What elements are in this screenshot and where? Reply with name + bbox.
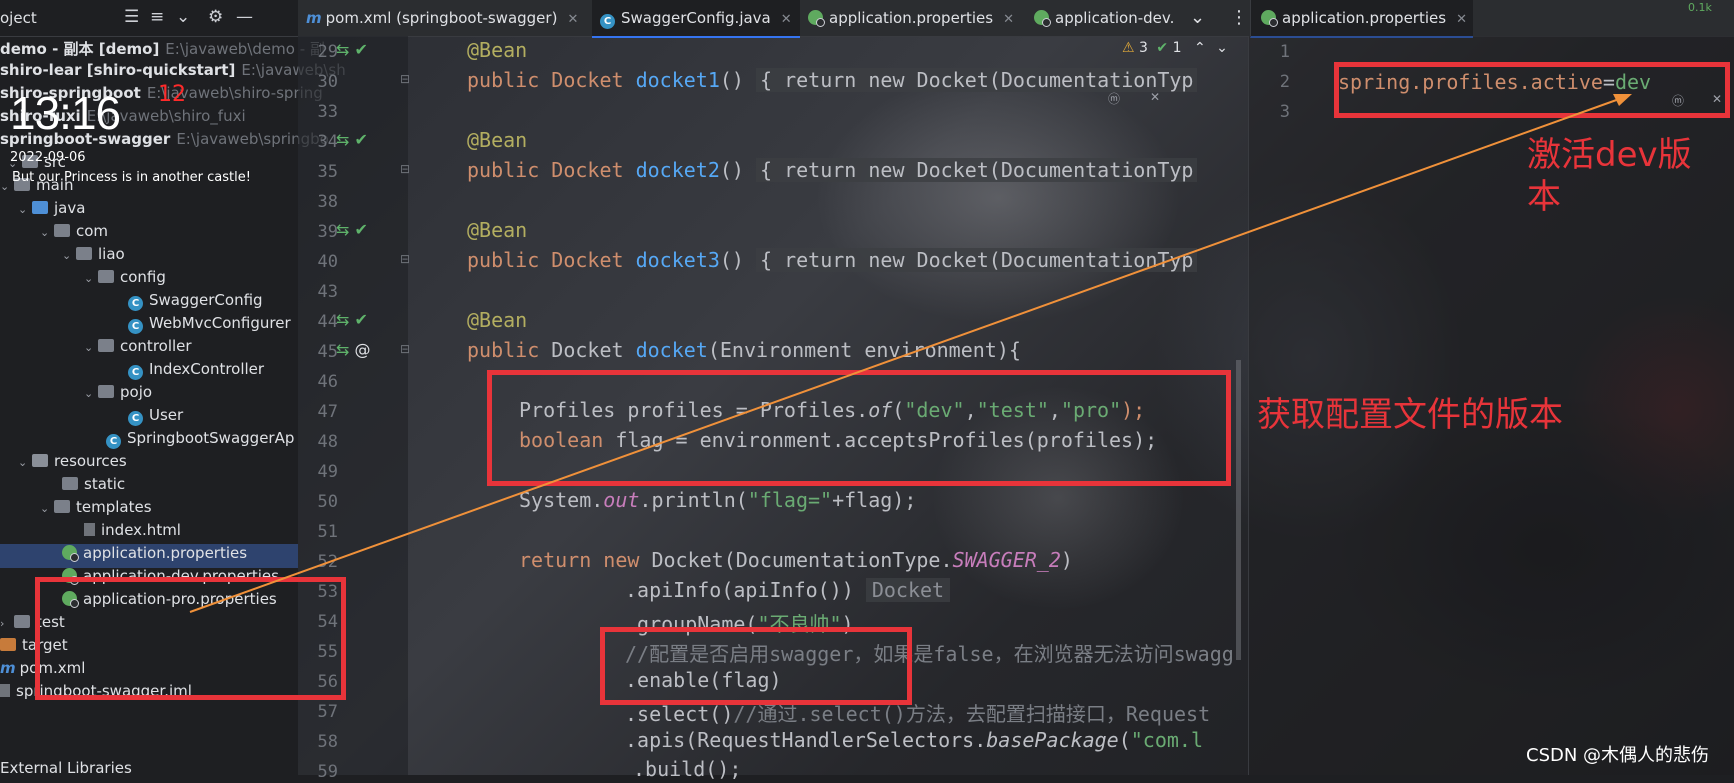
annotation-arrow xyxy=(189,94,1632,613)
watermark: CSDN @木偶人的悲伤 xyxy=(1526,745,1710,766)
